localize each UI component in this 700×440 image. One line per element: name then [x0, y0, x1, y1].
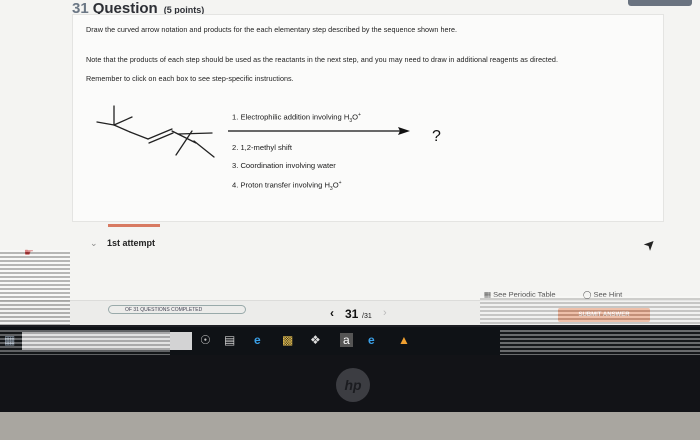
reaction-arrow	[228, 127, 410, 135]
app-icon[interactable]: ▲	[398, 333, 410, 347]
product-placeholder[interactable]: ?	[432, 128, 441, 146]
total-questions: /31	[362, 313, 372, 320]
reactant-structure	[96, 105, 215, 158]
reaction-step-4: 4. Proton transfer involving H3O+	[232, 180, 342, 193]
browser-screen: 31 Question (5 points) Draw the curved a…	[0, 0, 700, 325]
pencil-icon[interactable]: ➤	[640, 234, 660, 254]
screen-glare-bottom-right	[480, 296, 700, 325]
task-view-icon[interactable]: ▤	[224, 333, 235, 347]
instruction-line-1: Draw the curved arrow notation and produ…	[86, 25, 458, 34]
attempt-label[interactable]: 1st attempt	[107, 238, 155, 248]
reaction-step-2: 2. 1,2-methyl shift	[232, 143, 292, 152]
hp-logo: hp	[336, 368, 370, 402]
chevron-down-icon[interactable]: ⌄	[90, 238, 98, 249]
instruction-line-3: Remember to click on each box to see ste…	[86, 74, 294, 83]
current-question-number: 31	[345, 307, 359, 321]
amazon-icon[interactable]: a	[340, 333, 353, 347]
attempt-indicator	[108, 224, 160, 227]
instruction-line-2: Note that the products of each step shou…	[86, 55, 558, 64]
desk-surface	[0, 412, 700, 440]
reaction-step-1: 1. Electrophilic addition involving H3O+	[232, 112, 361, 125]
microphone-icon[interactable]: ☉	[200, 333, 211, 347]
see-page-tab[interactable]	[628, 0, 692, 6]
store-icon[interactable]: ❖	[310, 333, 321, 347]
file-explorer-icon[interactable]: ▩	[282, 333, 293, 347]
chevron-right-icon[interactable]: ›	[383, 307, 387, 319]
screen-glare-left	[0, 250, 70, 325]
reaction-step-3: 3. Coordination involving water	[232, 161, 336, 170]
progress-indicator: OF 31 QUESTIONS COMPLETED	[108, 305, 246, 314]
internet-explorer-icon[interactable]: e	[368, 333, 375, 347]
chevron-left-icon[interactable]: ‹	[330, 306, 334, 320]
edge-browser-icon[interactable]: e	[254, 333, 261, 347]
